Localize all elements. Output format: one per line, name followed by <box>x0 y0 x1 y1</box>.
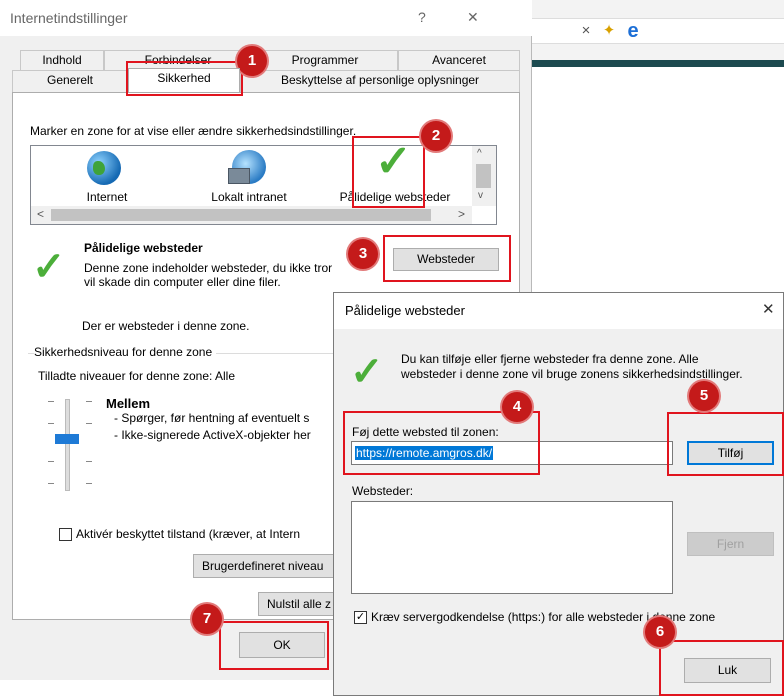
ok-button[interactable]: OK <box>239 632 325 658</box>
zone-desc-line2: vil skade din computer eller dine filer. <box>84 275 281 289</box>
protected-mode-checkbox[interactable] <box>59 528 72 541</box>
new-tab-icon[interactable]: ✦ <box>600 22 618 40</box>
custom-level-button[interactable]: Brugerdefineret niveau <box>193 554 343 578</box>
close-icon[interactable]: ✕ <box>467 9 479 26</box>
trusted-info-line1: Du kan tilføje eller fjerne websteder fr… <box>401 352 699 366</box>
step-badge-7: 7 <box>192 604 222 634</box>
trusted-info-line2: websteder i denne zone vil bruge zonens … <box>401 367 743 381</box>
tab-beskyttelse[interactable]: Beskyttelse af personlige oplysninger <box>240 70 520 92</box>
browser-tab-strip <box>532 18 784 44</box>
add-site-value: https://remote.amgros.dk/ <box>355 446 494 460</box>
globe-icon <box>87 151 121 185</box>
trusted-dialog-title: Pålidelige websteder <box>345 303 465 318</box>
browser-accent-bar <box>532 60 784 67</box>
zone-check-icon: ✓ <box>32 245 66 289</box>
add-site-input[interactable]: https://remote.amgros.dk/ <box>351 441 673 465</box>
slider-tick <box>86 483 92 484</box>
zone-heading: Pålidelige websteder <box>84 241 203 255</box>
slider-tick <box>48 461 54 462</box>
dialog-title: Internetindstillinger <box>10 10 128 26</box>
slider-tick <box>86 461 92 462</box>
trusted-info-check-icon: ✓ <box>350 350 384 394</box>
tab-generelt[interactable]: Generelt <box>12 70 128 92</box>
websites-list-label: Websteder: <box>352 484 414 498</box>
step-badge-4: 4 <box>502 392 532 422</box>
zone-desc-line1: Denne zone indeholder websteder, du ikke… <box>84 261 333 275</box>
trusted-check-icon: ✓ <box>375 137 412 186</box>
websites-button[interactable]: Websteder <box>393 248 499 271</box>
step-badge-2: 2 <box>421 121 451 151</box>
zone-status: Der er websteder i denne zone. <box>82 319 250 333</box>
step-badge-1: 1 <box>237 46 267 76</box>
tab-avanceret[interactable]: Avanceret <box>398 50 520 70</box>
level-bullet1: - Spørger, før hentning af eventuelt s <box>114 411 310 425</box>
zone-label-internet[interactable]: Internet <box>82 190 132 204</box>
slider-tick <box>48 483 54 484</box>
zone-list-hscroll[interactable]: < > <box>31 206 472 224</box>
close-tab-icon[interactable]: × <box>577 22 595 40</box>
zone-list-vscroll[interactable]: ^ v <box>472 146 496 206</box>
level-name: Mellem <box>106 396 151 411</box>
security-slider-thumb[interactable] <box>55 434 79 444</box>
slider-tick <box>86 423 92 424</box>
step-badge-6: 6 <box>645 617 675 647</box>
slider-tick <box>48 423 54 424</box>
remove-button[interactable]: Fjern <box>687 532 774 556</box>
tab-indhold[interactable]: Indhold <box>20 50 104 70</box>
trusted-close-icon[interactable]: ✕ <box>762 300 775 318</box>
require-https-checkbox[interactable]: ✓ <box>354 611 367 624</box>
help-icon[interactable]: ? <box>418 9 426 25</box>
zone-instruction: Marker en zone for at vise eller ændre s… <box>30 124 357 138</box>
tab-sikkerhed[interactable]: Sikkerhed <box>128 68 240 92</box>
level-bullet2: - Ikke-signerede ActiveX-objekter her <box>114 428 311 442</box>
step-badge-5: 5 <box>689 381 719 411</box>
slider-tick <box>48 401 54 402</box>
zone-label-intranet[interactable]: Lokalt intranet <box>199 190 299 204</box>
add-site-label: Føj dette websted til zonen: <box>352 425 499 439</box>
add-button[interactable]: Tilføj <box>687 441 774 465</box>
tab-forbindelser[interactable]: Forbindelser <box>104 50 252 70</box>
step-badge-3: 3 <box>348 239 378 269</box>
zone-label-trusted[interactable]: Pålidelige websteder <box>334 190 456 204</box>
protected-mode-label: Aktivér beskyttet tilstand (kræver, at I… <box>76 527 301 541</box>
security-group-label: Sikkerhedsniveau for denne zone <box>34 345 217 359</box>
slider-tick <box>86 401 92 402</box>
allowed-levels: Tilladte niveauer for denne zone: Alle <box>38 369 236 383</box>
security-slider-track[interactable] <box>65 399 70 491</box>
ie-logo-icon[interactable]: e <box>624 21 642 41</box>
tab-programmer[interactable]: Programmer <box>252 50 398 70</box>
close-button[interactable]: Luk <box>684 658 771 683</box>
intranet-icon <box>228 150 266 184</box>
websites-listbox[interactable] <box>351 501 673 594</box>
